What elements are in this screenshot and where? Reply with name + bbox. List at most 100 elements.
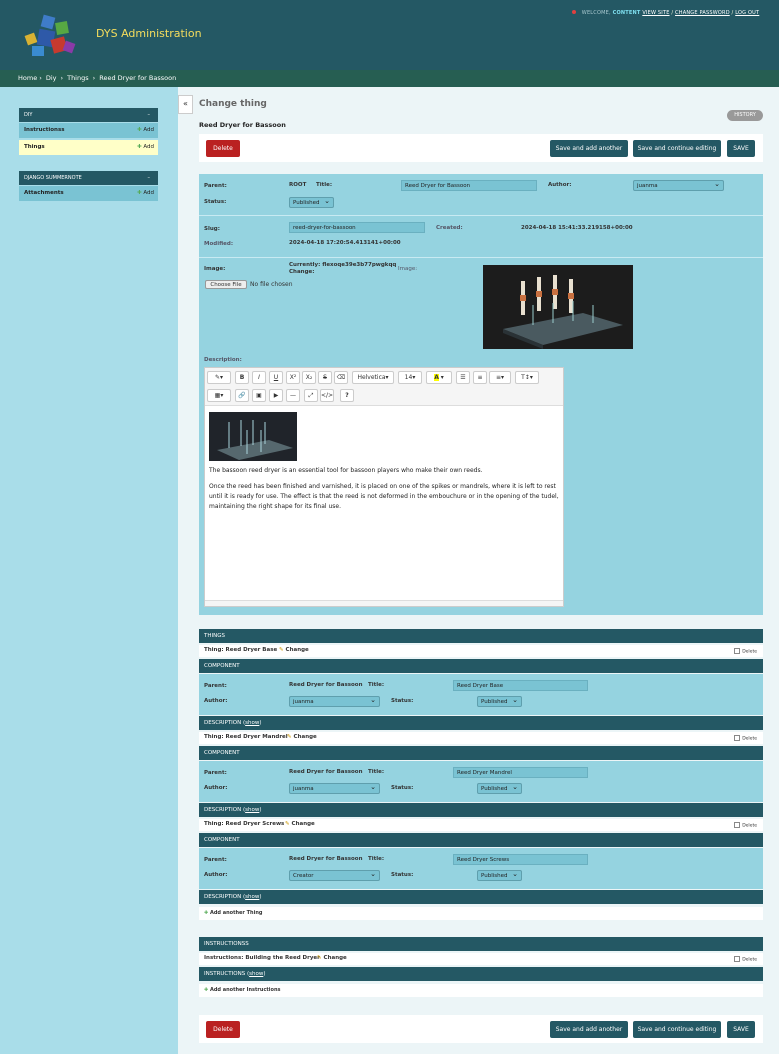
site-name[interactable]: DYS Administration	[96, 27, 202, 40]
save-add-another-button[interactable]: Save and add another	[550, 1021, 628, 1038]
title-input[interactable]: Reed Dryer for Bassoon	[401, 180, 537, 191]
add-attachments-link[interactable]: ✚ Add	[137, 186, 154, 201]
breadcrumb-things[interactable]: Things	[67, 74, 89, 82]
editor-paragraph-1[interactable]: The bassoon reed dryer is an essential t…	[209, 467, 559, 475]
paragraph-button[interactable]: ≡▾	[489, 371, 511, 384]
hr-button[interactable]: —	[286, 389, 300, 402]
italic-button[interactable]: I	[252, 371, 266, 384]
inline-author-label: Author:	[204, 872, 228, 878]
sidebar-collapse-button[interactable]: «	[178, 95, 193, 114]
inline-delete-checkbox[interactable]: Delete	[734, 648, 757, 655]
sidebar-item-attachments[interactable]: Attachments ✚ Add	[19, 186, 158, 201]
inline-status-select[interactable]: Published	[477, 869, 522, 881]
save-continue-button[interactable]: Save and continue editing	[633, 140, 721, 157]
inline-status-select[interactable]: Published	[477, 782, 522, 794]
inline-status-select[interactable]: Published	[477, 695, 522, 707]
history-button[interactable]: HISTORY	[727, 110, 763, 121]
video-icon: ▶	[273, 392, 279, 399]
inline-parent-label: Parent:	[204, 770, 227, 776]
collapse-toggle[interactable]: –	[148, 108, 151, 122]
table-button[interactable]: ▦▾	[207, 389, 231, 402]
line-height-button[interactable]: T↕▾	[515, 371, 539, 384]
fullscreen-button[interactable]: ⤢	[304, 389, 318, 402]
inline-thing-row: Thing: Reed Dryer Mandrel ✎ Change Delet…	[199, 732, 763, 744]
inline-title-input[interactable]: Reed Dryer Screws	[453, 854, 588, 865]
inline-delete-checkbox[interactable]: Delete	[734, 735, 757, 742]
logout-link[interactable]: LOG OUT	[735, 10, 759, 16]
save-add-another-button[interactable]: Save and add another	[550, 140, 628, 157]
description-collapse-header[interactable]: DESCRIPTION (show)	[199, 803, 763, 817]
save-button[interactable]: SAVE	[727, 140, 755, 157]
change-link[interactable]: ✎ Change	[279, 647, 309, 653]
link-button[interactable]: 🔗	[235, 389, 249, 402]
user-tools: WELCOME, CONTENT VIEW SITE / CHANGE PASS…	[572, 10, 759, 16]
inline-author-select[interactable]: juanma	[289, 695, 380, 707]
modified-value: 2024-04-18 17:20:54.413141+00:00	[289, 240, 401, 246]
font-name-dropdown[interactable]: Helvetica▾	[352, 371, 394, 384]
change-link[interactable]: ✎ Change	[287, 734, 317, 740]
header: DYS Administration WELCOME, CONTENT VIEW…	[0, 0, 779, 70]
delete-button[interactable]: Delete	[206, 140, 240, 157]
color-button[interactable]: A ▾	[426, 371, 452, 384]
choose-file-button[interactable]: Choose File	[205, 280, 247, 289]
created-value: 2024-04-18 15:41:33.219158+00:00	[521, 225, 633, 231]
inline-author-select[interactable]: juanma	[289, 782, 380, 794]
strikethrough-button[interactable]: S	[318, 371, 332, 384]
fullscreen-icon: ⤢	[308, 392, 314, 399]
codeview-button[interactable]: </>	[320, 389, 334, 402]
help-button[interactable]: ?	[340, 389, 354, 402]
pencil-icon: ✎	[279, 647, 284, 653]
plus-icon: ✚	[136, 127, 142, 133]
inline-parent-value: Reed Dryer for Bassoon	[289, 856, 363, 862]
change-link[interactable]: ✎ Change	[285, 821, 315, 827]
change-link[interactable]: ✎ Change	[317, 955, 347, 961]
status-select[interactable]: Published	[289, 196, 334, 208]
video-button[interactable]: ▶	[269, 389, 283, 402]
editor-resize-bar[interactable]	[205, 600, 563, 606]
app-header-diy[interactable]: DIY –	[19, 108, 158, 122]
add-things-link[interactable]: ✚ Add	[137, 140, 154, 155]
bold-button[interactable]: B	[235, 371, 249, 384]
breadcrumb-home[interactable]: Home	[18, 74, 37, 82]
image-currently[interactable]: Currently: flexoqe39e3b77pwgkqq	[289, 262, 396, 268]
inline-title-input[interactable]: Reed Dryer Mandrel	[453, 767, 588, 778]
superscript-button[interactable]: X²	[286, 371, 300, 384]
collapse-toggle[interactable]: –	[148, 171, 151, 185]
app-header-summernote[interactable]: DJANGO SUMMERNOTE –	[19, 171, 158, 185]
save-continue-button[interactable]: Save and continue editing	[633, 1021, 721, 1038]
sidebar-item-things[interactable]: Things ✚ Add	[19, 140, 158, 155]
inline-title-input[interactable]: Reed Dryer Base	[453, 680, 588, 691]
description-collapse-header[interactable]: DESCRIPTION (show)	[199, 890, 763, 904]
breadcrumb-diy[interactable]: Diy	[46, 74, 57, 82]
picture-button[interactable]: ▣	[252, 389, 266, 402]
slug-input[interactable]: reed-dryer-for-bassoon	[289, 222, 425, 233]
save-button[interactable]: SAVE	[727, 1021, 755, 1038]
inline-author-select[interactable]: Creator	[289, 869, 380, 881]
inline-instructions-title: Instructions: Building the Reed Dryer	[204, 955, 320, 961]
instructions-collapse-header[interactable]: INSTRUCTIONS (show)	[199, 967, 763, 981]
add-another-thing-link[interactable]: ✚ Add another Thing	[199, 907, 763, 920]
unordered-list-button[interactable]: ☰	[456, 371, 470, 384]
underline-button[interactable]: U	[269, 371, 283, 384]
font-size-dropdown[interactable]: 14▾	[398, 371, 422, 384]
view-site-link[interactable]: VIEW SITE	[642, 10, 669, 16]
image-preview-label: Image:	[398, 266, 418, 272]
editor-paragraph-2[interactable]: Once the reed has been finished and varn…	[209, 482, 561, 512]
parent-label: Parent:	[204, 183, 227, 189]
eraser-icon: ⌫	[336, 374, 346, 381]
subscript-button[interactable]: X₂	[302, 371, 316, 384]
add-instructionss-link[interactable]: ✚ Add	[137, 123, 154, 138]
inline-delete-checkbox[interactable]: Delete	[734, 822, 757, 829]
plus-icon: ✚	[204, 987, 209, 993]
instructions-inline-header: INSTRUCTIONSS	[199, 937, 763, 951]
delete-button[interactable]: Delete	[206, 1021, 240, 1038]
author-select[interactable]: juanma	[633, 179, 724, 191]
sidebar-item-instructionss[interactable]: Instructionss ✚ Add	[19, 123, 158, 138]
add-another-instructions-link[interactable]: ✚ Add another Instructions	[199, 984, 763, 997]
ordered-list-button[interactable]: ≡	[473, 371, 487, 384]
magic-style-button[interactable]: ✎▾	[207, 371, 231, 384]
description-collapse-header[interactable]: DESCRIPTION (show)	[199, 716, 763, 730]
change-password-link[interactable]: CHANGE PASSWORD	[675, 10, 730, 16]
inline-delete-checkbox[interactable]: Delete	[734, 956, 757, 963]
eraser-button[interactable]: ⌫	[334, 371, 348, 384]
